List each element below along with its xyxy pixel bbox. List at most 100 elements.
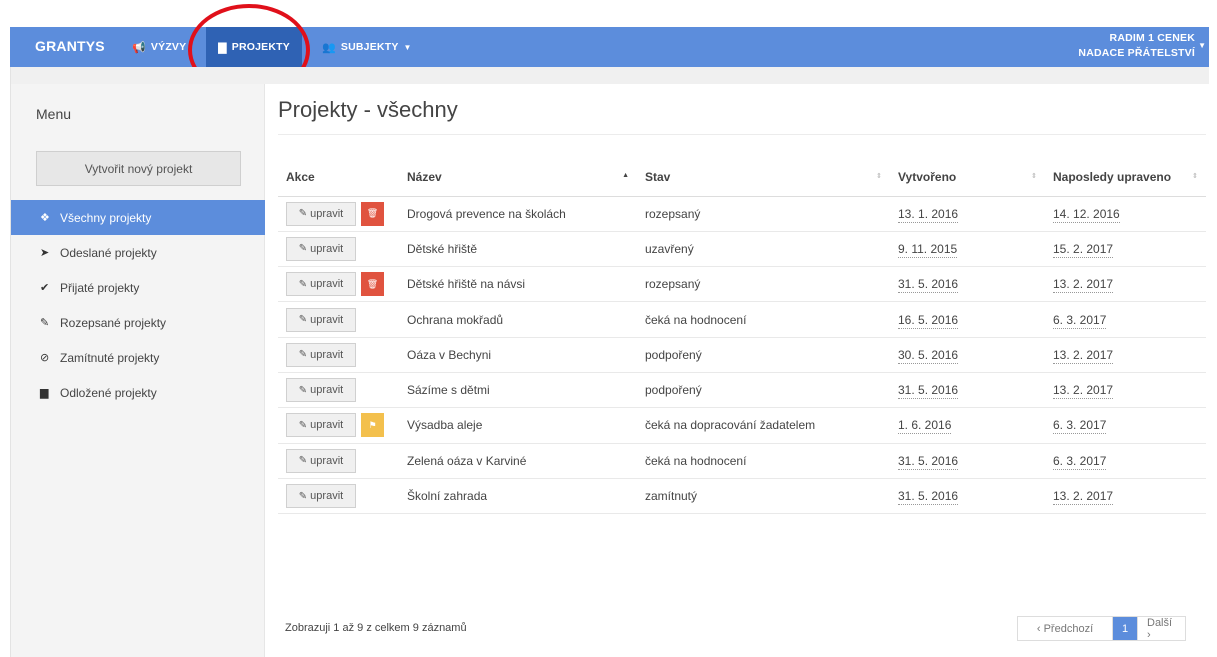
col-stav[interactable]: Stav ⇕ [637, 159, 890, 197]
nav-subjekty-label: SUBJEKTY [340, 41, 399, 53]
sidebar-item-odlozene[interactable]: ▆ Odložené projekty [11, 375, 265, 410]
table-row: ✎ upravit Zelená oáza v Karviné čeká na hod… [278, 443, 1206, 479]
edit-button[interactable]: ✎ upravit [286, 448, 356, 473]
table-row: ✎ upravit Oáza v Bechyni podpořený 30. 5. 20… [278, 337, 1206, 373]
table-row: ✎ upravit ⚑ Výsadba aleje čeká na dopracován… [278, 407, 1206, 444]
cell-upraveno: 6. 3. 2017 [1045, 301, 1206, 338]
edit-label: upravit [310, 348, 344, 361]
edit-button[interactable]: ✎ upravit [286, 413, 356, 438]
edit-label: upravit [310, 207, 344, 220]
delete-button[interactable]: 🗑 [361, 201, 384, 226]
pagination: ‹ Předchozí 1 Další › [1017, 616, 1186, 641]
trash-icon: 🗑 [366, 208, 379, 219]
cell-akce: ✎ upravit 🗑 [278, 196, 399, 232]
edit-button[interactable]: ✎ upravit [286, 236, 356, 261]
cell-vytvoreno: 13. 1. 2016 [890, 196, 1045, 232]
sidebar-item-label: Odložené projekty [60, 385, 157, 400]
pencil-icon: ✎ [298, 314, 308, 326]
cell-upraveno: 13. 2. 2017 [1045, 266, 1206, 303]
pager-prev[interactable]: ‹ Předchozí [1018, 617, 1113, 640]
edit-button[interactable]: ✎ upravit [286, 272, 356, 297]
cell-vytvoreno: 31. 5. 2016 [890, 443, 1045, 479]
user-name: RADIM 1 CENEK [1109, 32, 1195, 44]
cell-stav: podpořený [637, 372, 890, 409]
updated-date: 6. 3. 2017 [1053, 312, 1107, 329]
created-date: 31. 5. 2016 [898, 453, 959, 470]
page-title: Projekty - všechny [278, 97, 458, 122]
edit-label: upravit [310, 490, 344, 503]
new-project-button[interactable]: Vytvořit nový projekt [36, 151, 241, 186]
top-navbar: GRANTYS 📢 VÝZVY ▇ PROJEKTY 👥 SUBJEKTY ▼ … [10, 27, 1209, 67]
edit-button[interactable]: ✎ upravit [286, 342, 356, 367]
sidebar-item-vsechny[interactable]: ❖ Všechny projekty [11, 200, 265, 235]
cell-vytvoreno: 16. 5. 2016 [890, 301, 1045, 338]
table-info: Zobrazuji 1 až 9 z celkem 9 záznamů [285, 622, 467, 634]
cell-nazev: Výsadba aleje [399, 407, 637, 444]
trash-icon: 🗑 [366, 278, 379, 289]
cell-nazev: Dětské hřiště [399, 231, 637, 268]
nav-vyzvy[interactable]: 📢 VÝZVY [132, 27, 186, 67]
edit-button[interactable]: ✎ upravit [286, 378, 356, 403]
cell-stav: rozepsaný [637, 266, 890, 303]
table-header-row: Akce Název ▲ Stav ⇕ Vytvořeno ⇕ Naposledy u… [278, 159, 1206, 197]
pencil-icon: ✎ [298, 384, 308, 396]
sidebar: Menu Vytvořit nový projekt ❖ Všechny pro… [11, 84, 265, 657]
table-row: ✎ upravit Dětské hřiště uzavřený 9. 11. 2015… [278, 231, 1206, 268]
sidebar-item-label: Zamítnuté projekty [60, 350, 160, 365]
delete-button[interactable]: 🗑 [361, 272, 384, 297]
sidebar-item-odeslane[interactable]: ➤ Odeslané projekty [11, 235, 265, 270]
cell-stav: zamítnutý [637, 478, 890, 515]
updated-date: 15. 2. 2017 [1053, 241, 1114, 258]
created-date: 31. 5. 2016 [898, 383, 959, 400]
paper-plane-icon: ➤ [40, 247, 50, 259]
cell-akce: ✎ upravit [278, 372, 399, 409]
edit-label: upravit [310, 242, 344, 255]
pencil-icon: ✎ [298, 243, 308, 255]
nav-subjekty[interactable]: 👥 SUBJEKTY ▼ [322, 27, 412, 67]
sidebar-item-prijate[interactable]: ✔ Přijaté projekty [11, 270, 265, 305]
edit-button[interactable]: ✎ upravit [286, 484, 356, 509]
sort-asc-icon: ▲ [622, 172, 629, 179]
cell-akce: ✎ upravit [278, 231, 399, 268]
cell-nazev: Zelená oáza v Karviné [399, 443, 637, 479]
updated-date: 13. 2. 2017 [1053, 277, 1114, 294]
pager-next[interactable]: Další › [1137, 617, 1185, 641]
cell-nazev: Oáza v Bechyni [399, 337, 637, 373]
sidebar-item-rozepsane[interactable]: ✎ Rozepsané projekty [11, 305, 265, 340]
pencil-icon: ✎ [298, 208, 308, 220]
edit-button[interactable]: ✎ upravit [286, 307, 356, 332]
created-date: 30. 5. 2016 [898, 347, 959, 364]
updated-date: 13. 2. 2017 [1053, 383, 1114, 400]
pencil-icon: ✎ [298, 349, 308, 361]
cell-stav: uzavřený [637, 231, 890, 268]
pager-page-1[interactable]: 1 [1113, 617, 1137, 640]
nav-projekty[interactable]: ▇ PROJEKTY [206, 27, 302, 67]
edit-label: upravit [310, 278, 344, 291]
col-vytvoreno[interactable]: Vytvořeno ⇕ [890, 159, 1045, 197]
menu-title: Menu [36, 106, 72, 122]
edit-label: upravit [310, 313, 344, 326]
user-menu[interactable]: RADIM 1 CENEK NADACE PŘÁTELSTVÍ [1078, 31, 1195, 61]
cell-akce: ✎ upravit [278, 337, 399, 373]
col-nazev[interactable]: Název ▲ [399, 159, 637, 197]
updated-date: 13. 2. 2017 [1053, 489, 1114, 506]
content-top-strip [11, 67, 1209, 84]
cell-nazev: Sázíme s dětmi [399, 372, 637, 409]
flag-button[interactable]: ⚑ [361, 413, 384, 438]
cell-upraveno: 13. 2. 2017 [1045, 478, 1206, 515]
user-caret-icon[interactable]: ▼ [1198, 41, 1206, 50]
cell-nazev: Dětské hřiště na návsi [399, 266, 637, 303]
table-row: ✎ upravit 🗑 Dětské hřiště na návsi rozepsaný… [278, 266, 1206, 303]
sidebar-item-zamitnute[interactable]: ⊘ Zamítnuté projekty [11, 340, 265, 375]
brand-logo[interactable]: GRANTYS [35, 27, 105, 67]
cell-vytvoreno: 31. 5. 2016 [890, 372, 1045, 409]
cell-akce: ✎ upravit 🗑 [278, 266, 399, 303]
cell-stav: čeká na hodnocení [637, 301, 890, 338]
cell-akce: ✎ upravit [278, 443, 399, 479]
col-naposledy-upraveno[interactable]: Naposledy upraveno ⇕ [1045, 159, 1206, 197]
check-icon: ✔ [40, 282, 50, 294]
edit-button[interactable]: ✎ upravit [286, 201, 356, 226]
pencil-icon: ✎ [298, 278, 308, 290]
cell-akce: ✎ upravit ⚑ [278, 407, 399, 444]
edit-label: upravit [310, 454, 344, 467]
